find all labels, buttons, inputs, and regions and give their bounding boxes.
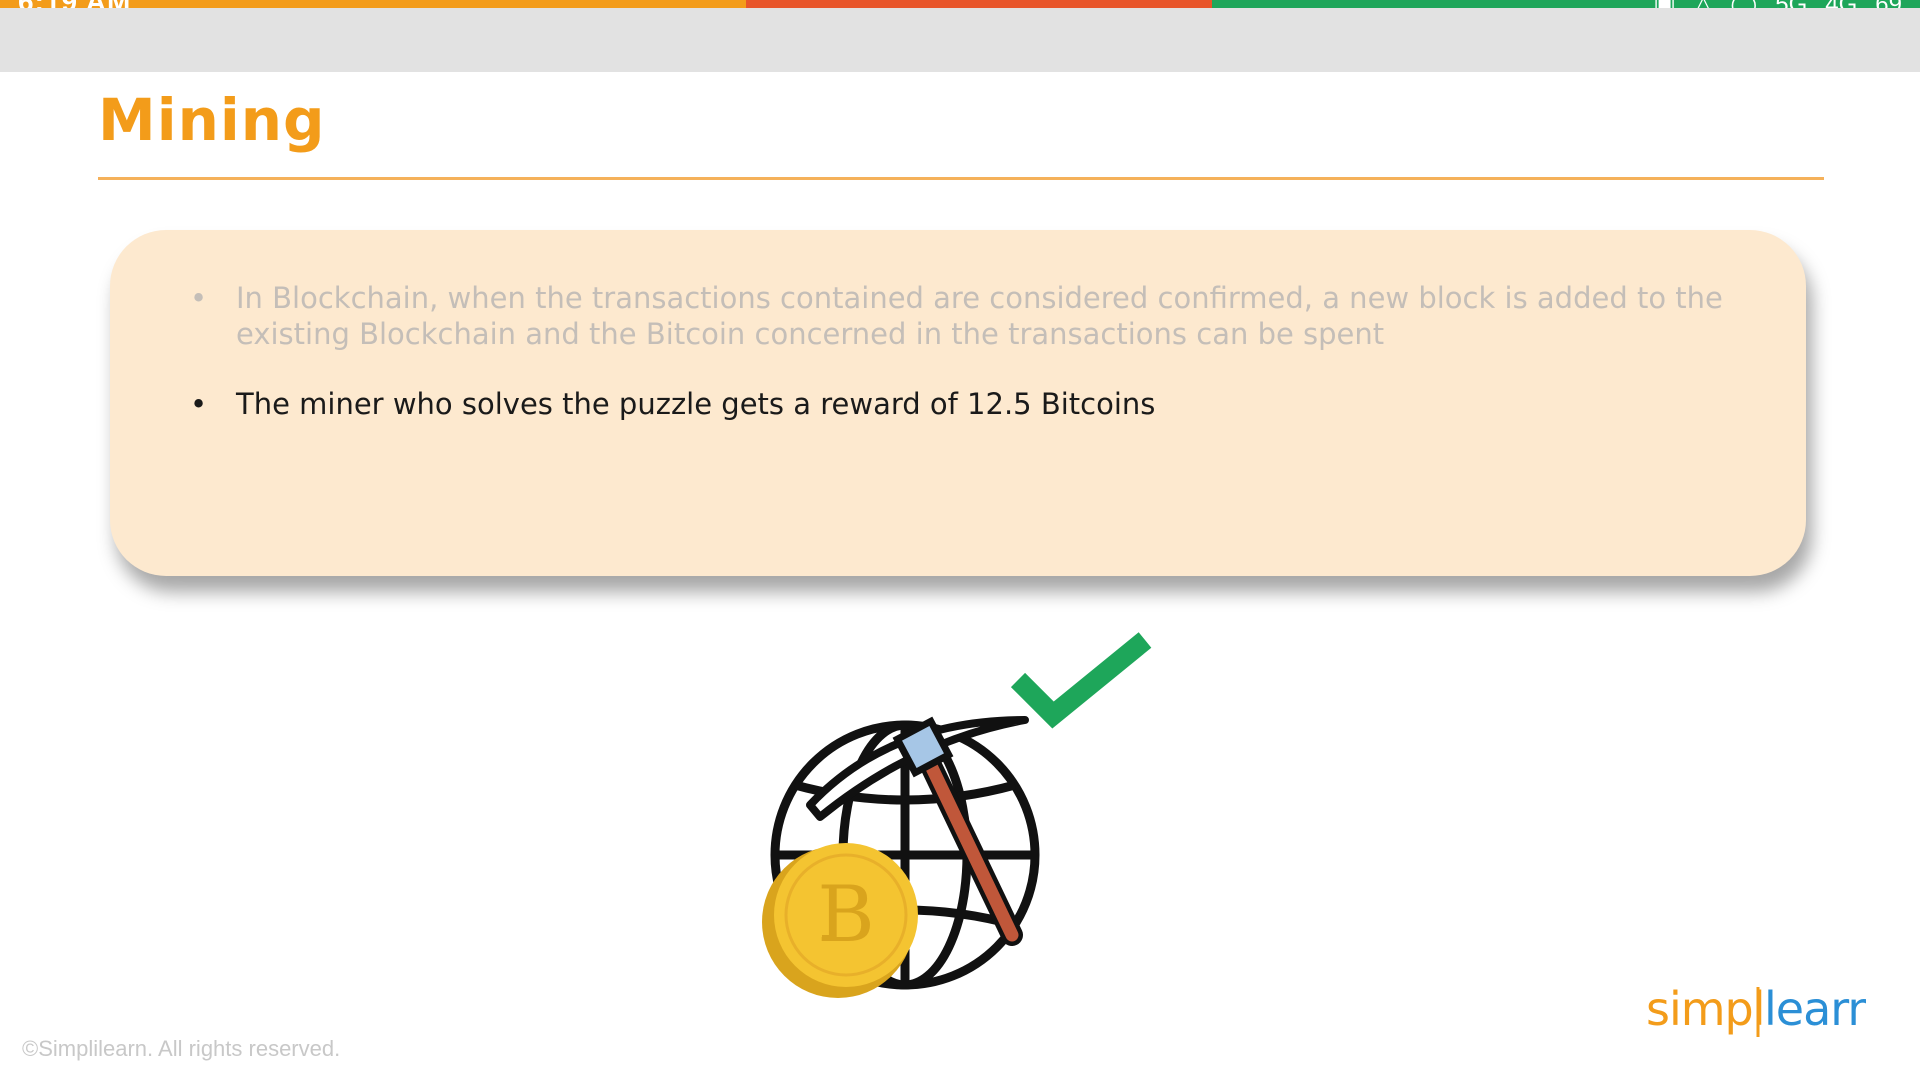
coin-symbol: B	[817, 870, 874, 960]
checkmark-icon	[1010, 632, 1152, 729]
slide-page: 6:19 AM ▣ △ ◯ 5G 4G 69 Mining In Blockch…	[0, 0, 1920, 1080]
status-bar	[0, 0, 1920, 8]
browser-toolbar	[0, 8, 1920, 72]
bitcoin-coin-icon: B	[762, 843, 918, 998]
title-divider	[98, 177, 1824, 180]
slide-title: Mining	[98, 86, 326, 154]
status-strip-red	[746, 0, 1212, 8]
bullet-item-confirmed-block: In Blockchain, when the transactions con…	[190, 280, 1750, 352]
bullet-item-miner-reward: The miner who solves the puzzle gets a r…	[190, 386, 1750, 422]
logo-text-part1: simpl	[1646, 982, 1765, 1036]
logo-text-part2: learn	[1764, 982, 1866, 1036]
copyright-notice: ©Simplilearn. All rights reserved.	[22, 1036, 341, 1061]
bullet-list: In Blockchain, when the transactions con…	[190, 280, 1750, 422]
content-card: In Blockchain, when the transactions con…	[110, 230, 1806, 576]
simplilearn-logo: simpl learn	[1646, 975, 1877, 1045]
mining-illustration: B	[762, 632, 1152, 998]
